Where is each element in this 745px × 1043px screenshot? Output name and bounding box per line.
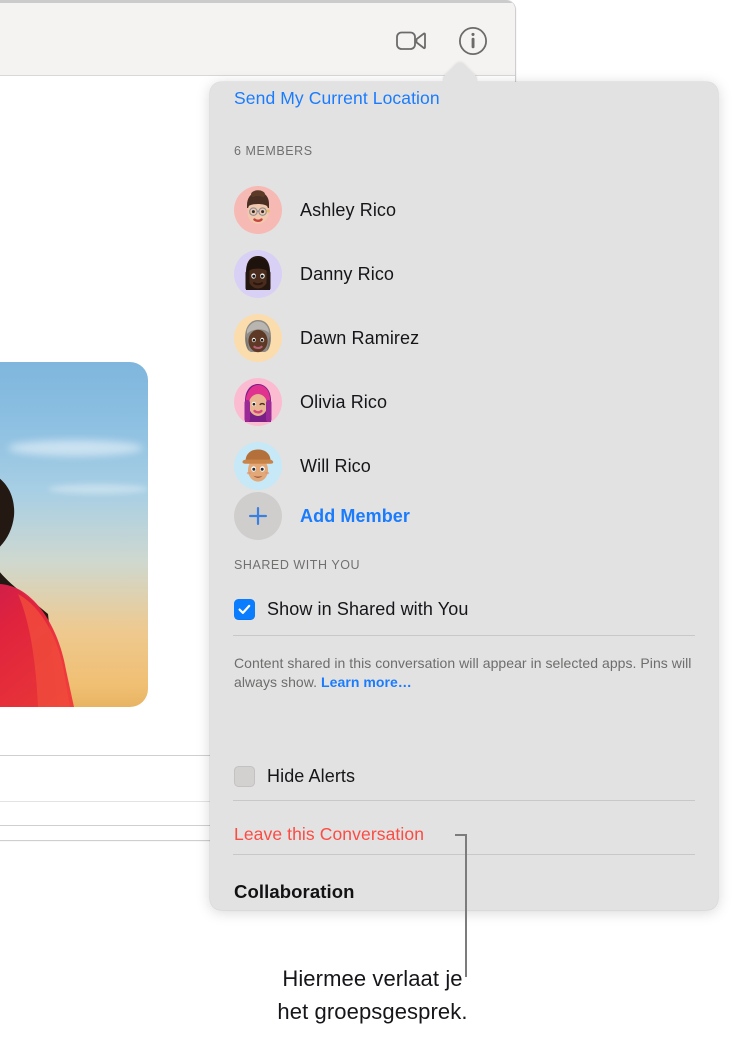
photo-message-bubble[interactable] <box>0 362 148 707</box>
avatar <box>234 250 282 298</box>
show-in-shared-checkbox[interactable] <box>234 599 255 620</box>
callout-caption-line2: het groepsgesprek. <box>277 999 468 1024</box>
plus-icon <box>249 507 267 525</box>
memoji-dawn-icon <box>245 320 271 353</box>
member-name: Dawn Ramirez <box>300 327 420 348</box>
shared-note-text: Content shared in this conversation will… <box>234 655 692 690</box>
add-member-label: Add Member <box>300 505 411 526</box>
memoji-ashley-icon <box>247 190 270 224</box>
hide-alerts-checkbox[interactable] <box>234 766 255 787</box>
memoji-will-icon <box>242 449 274 482</box>
callout-caption-line1: Hiermee verlaat je <box>282 966 463 991</box>
member-row[interactable]: Olivia Rico <box>234 374 694 430</box>
divider-after-alerts <box>233 800 695 801</box>
hide-alerts-label: Hide Alerts <box>267 766 356 786</box>
toolbar-button-group <box>393 23 491 59</box>
member-row[interactable]: Will Rico <box>234 438 694 494</box>
send-my-current-location-button[interactable]: Send My Current Location <box>234 88 440 109</box>
divider-after-shared <box>233 635 695 636</box>
memoji-olivia-icon <box>244 384 272 422</box>
member-name: Olivia Rico <box>300 391 388 412</box>
checkmark-icon <box>238 604 251 614</box>
callout-leader-vertical <box>465 834 467 977</box>
memoji-danny-icon <box>245 256 271 290</box>
avatar <box>234 186 282 234</box>
member-name: Ashley Rico <box>300 199 397 220</box>
show-in-shared-label: Show in Shared with You <box>267 599 469 619</box>
member-row[interactable]: Ashley Rico <box>234 182 694 238</box>
info-circle-icon <box>458 26 488 56</box>
callout-caption: Hiermee verlaat je het groepsgesprek. <box>0 962 745 1028</box>
member-name: Danny Rico <box>300 263 395 284</box>
divider-after-leave <box>233 854 695 855</box>
learn-more-link[interactable]: Learn more… <box>321 674 412 690</box>
avatar <box>234 314 282 362</box>
avatar <box>234 378 282 426</box>
member-row[interactable]: Danny Rico <box>234 246 694 302</box>
hide-alerts-row[interactable]: Hide Alerts <box>234 766 355 787</box>
shared-with-you-section-header: SHARED WITH YOU <box>234 558 361 572</box>
member-name: Will Rico <box>300 455 371 476</box>
shared-with-you-note: Content shared in this conversation will… <box>234 654 696 692</box>
details-popover: Send My Current Location 6 MEMBERS Ashle… <box>210 82 718 910</box>
popover-arrow <box>438 60 482 84</box>
add-member-circle <box>234 492 282 540</box>
leave-this-conversation-button[interactable]: Leave this Conversation <box>234 824 424 845</box>
facetime-button[interactable] <box>393 23 429 59</box>
show-in-shared-with-you-row[interactable]: Show in Shared with You <box>234 599 468 620</box>
video-camera-icon <box>396 31 426 50</box>
members-section-header: 6 MEMBERS <box>234 144 313 158</box>
add-member-button[interactable]: Add Member <box>234 492 410 540</box>
collaboration-section-title: Collaboration <box>234 881 355 902</box>
avatar <box>234 442 282 490</box>
member-row[interactable]: Dawn Ramirez <box>234 310 694 366</box>
conversation-details-button[interactable] <box>455 23 491 59</box>
person-silhouette <box>0 478 74 707</box>
